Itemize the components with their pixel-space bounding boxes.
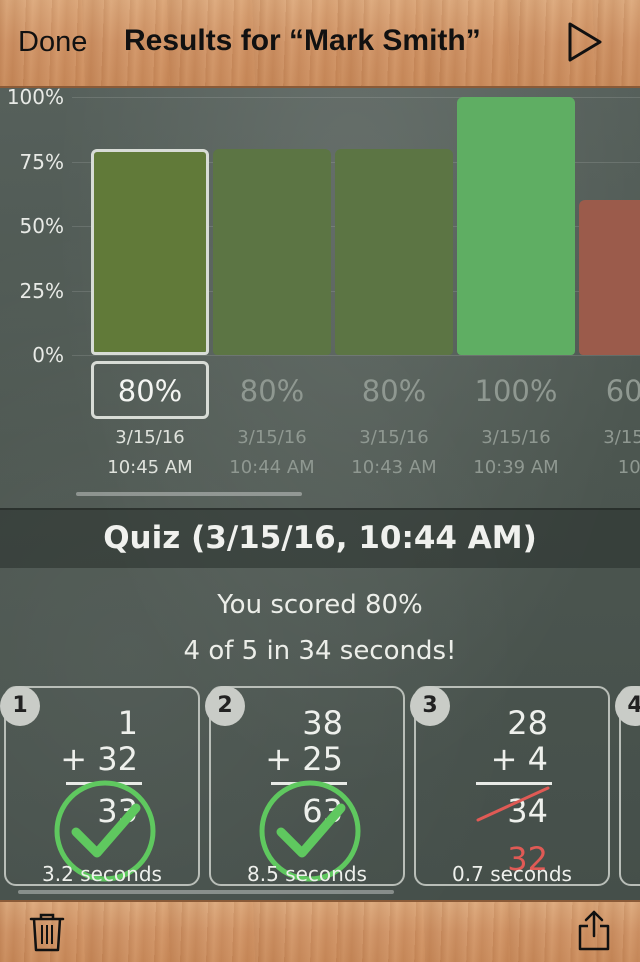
y-tick-label: 50% bbox=[19, 214, 64, 238]
score-line: You scored 80% bbox=[217, 590, 423, 620]
chart-scroll-indicator bbox=[76, 492, 302, 496]
bar-score-label[interactable]: 80% bbox=[335, 374, 453, 408]
chart-bar[interactable] bbox=[91, 148, 209, 355]
bar-time-label: 10:43 AM bbox=[351, 457, 437, 478]
bar-score-label[interactable]: 60% bbox=[579, 374, 640, 408]
bottom-toolbar bbox=[0, 900, 640, 962]
share-icon[interactable] bbox=[576, 908, 612, 952]
summary-line: 4 of 5 in 34 seconds! bbox=[183, 636, 457, 666]
y-tick-label: 75% bbox=[19, 149, 64, 174]
y-tick-label: 100% bbox=[6, 85, 64, 109]
bar-time-label: 10:39 AM bbox=[473, 457, 559, 478]
bar-time-label: 10:3 bbox=[617, 457, 640, 478]
bar-date-label: 3/15/16 bbox=[115, 427, 185, 448]
bar-score-label[interactable]: 80% bbox=[91, 374, 209, 408]
bar-date-label: 3/15/16 bbox=[603, 427, 640, 448]
bar-time-label: 10:44 AM bbox=[229, 457, 315, 478]
bar-score-label[interactable]: 80% bbox=[213, 374, 331, 408]
bar-date-label: 3/15/16 bbox=[359, 427, 429, 448]
gridline bbox=[72, 355, 640, 356]
bar-date-label: 3/15/16 bbox=[237, 427, 307, 448]
cards-scroll-indicator bbox=[18, 890, 394, 894]
y-tick-label: 25% bbox=[19, 278, 64, 303]
results-chart[interactable]: 100% 75% 50% 25% 0% 80% 3/15/16 10:45 AM 80% 3/15… bbox=[0, 0, 640, 500]
bar-time-label: 10:45 AM bbox=[107, 457, 193, 478]
chart-bar[interactable] bbox=[457, 97, 575, 355]
bar-date-label: 3/15/16 bbox=[481, 427, 551, 448]
bar-score-label[interactable]: 100% bbox=[457, 374, 575, 408]
quiz-title: Quiz (3/15/16, 10:44 AM) bbox=[103, 520, 537, 556]
chart-bar[interactable] bbox=[213, 148, 331, 355]
chart-bar[interactable] bbox=[335, 148, 453, 355]
chart-bar[interactable] bbox=[579, 200, 640, 355]
y-tick-label: 0% bbox=[32, 343, 64, 367]
trash-icon[interactable] bbox=[28, 912, 66, 952]
